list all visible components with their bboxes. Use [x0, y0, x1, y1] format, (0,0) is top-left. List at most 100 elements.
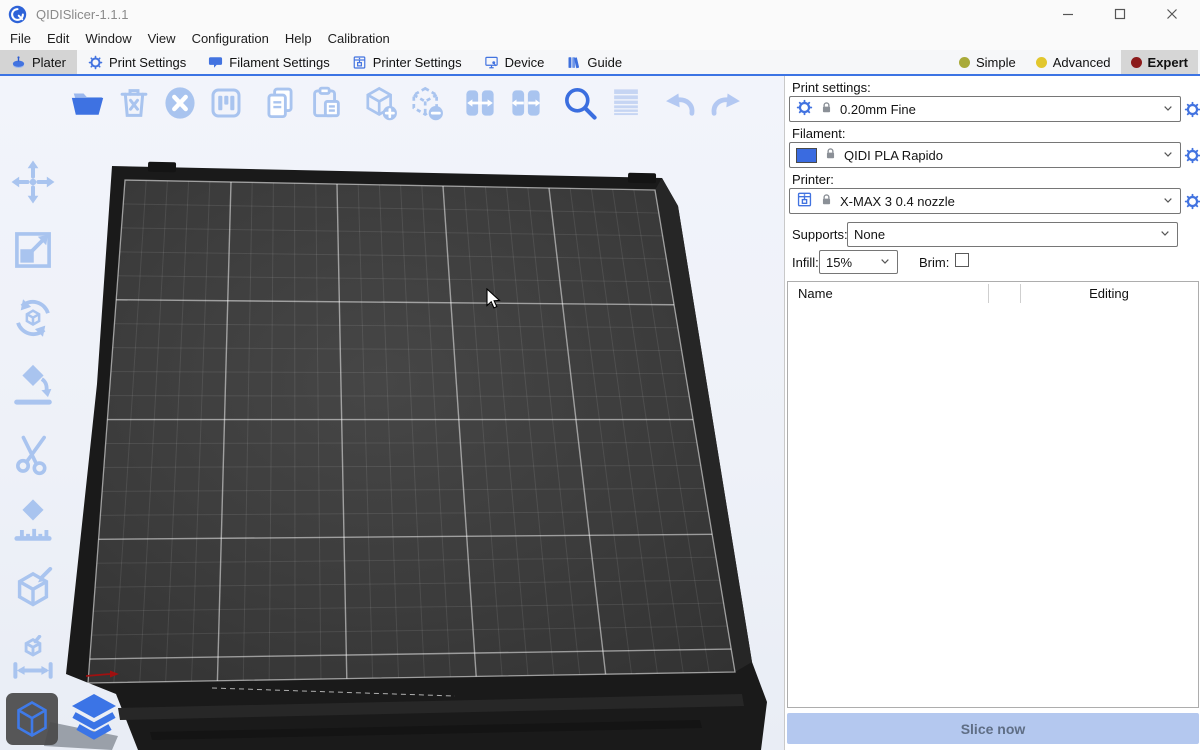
- close-button[interactable]: [1158, 3, 1186, 25]
- split-parts-icon: [507, 84, 545, 122]
- add-instance-button[interactable]: [358, 82, 402, 124]
- chevron-down-icon: [1160, 100, 1176, 119]
- gear-icon: [796, 99, 813, 119]
- gear-icon: [1184, 147, 1200, 164]
- tab-guide[interactable]: Guide: [555, 50, 633, 74]
- app-window: QIDISlicer-1.1.1 FileEditWindowViewConfi…: [0, 0, 1200, 750]
- printer-combo[interactable]: X-MAX 3 0.4 nozzle: [789, 188, 1181, 214]
- menu-window[interactable]: Window: [77, 28, 139, 50]
- variable-layer-height-button[interactable]: [604, 82, 648, 124]
- mode-expert[interactable]: Expert: [1121, 50, 1198, 74]
- column-header-name: Name: [798, 286, 833, 301]
- copy-icon: [261, 84, 299, 122]
- move-tool-button[interactable]: [6, 156, 60, 207]
- remove-instance-button[interactable]: [404, 82, 448, 124]
- slice-now-button[interactable]: Slice now: [787, 713, 1199, 744]
- arrange-icon: [207, 84, 245, 122]
- view-preview-button[interactable]: [62, 689, 126, 748]
- filament-value: QIDI PLA Rapido: [844, 148, 1154, 163]
- gear-icon: [88, 55, 103, 70]
- mode-advanced[interactable]: Advanced: [1026, 50, 1121, 74]
- tab-device[interactable]: Device: [473, 50, 556, 74]
- brim-label: Brim:: [919, 255, 949, 270]
- settings-panel: Print settings: 0.20mm Fine Filament: QI…: [784, 76, 1200, 750]
- menu-edit[interactable]: Edit: [39, 28, 77, 50]
- chevron-down-icon: [1160, 146, 1176, 162]
- redo-icon: [707, 84, 745, 122]
- lock-icon: [823, 146, 838, 164]
- printer-icon: [352, 55, 367, 70]
- filament-gear-button[interactable]: [1183, 146, 1200, 164]
- search-button[interactable]: [558, 82, 602, 124]
- tab-print-settings[interactable]: Print Settings: [77, 50, 197, 74]
- chevron-down-icon: [1160, 100, 1176, 116]
- undo-button[interactable]: [658, 82, 702, 124]
- undo-icon: [661, 84, 699, 122]
- left-toolbar: [6, 156, 60, 683]
- tab-label: Guide: [587, 55, 622, 70]
- seam-icon: [10, 567, 56, 613]
- rotate-tool-button[interactable]: [6, 292, 60, 343]
- chevron-down-icon: [1160, 192, 1176, 211]
- paste-icon: [307, 84, 345, 122]
- lock-icon: [823, 146, 838, 161]
- tab-printer-settings[interactable]: Printer Settings: [341, 50, 473, 74]
- redo-button[interactable]: [704, 82, 748, 124]
- menu-calibration[interactable]: Calibration: [320, 28, 398, 50]
- mode-simple[interactable]: Simple: [949, 50, 1026, 74]
- seam-tool-button[interactable]: [6, 564, 60, 615]
- plater-icon: [11, 55, 26, 70]
- tabs: Plater Print SettingsFilament Settings Pri…: [0, 50, 633, 74]
- copy-button[interactable]: [258, 82, 302, 124]
- menu-file[interactable]: File: [2, 28, 39, 50]
- brim-checkbox[interactable]: [955, 253, 969, 267]
- paint-supports-tool-button[interactable]: [6, 496, 60, 547]
- split-objects-button[interactable]: [458, 82, 502, 124]
- variable-layer-height-icon: [607, 84, 645, 122]
- column-header-editing: Editing: [1020, 286, 1198, 301]
- menu-configuration[interactable]: Configuration: [184, 28, 277, 50]
- mode-switch: SimpleAdvancedExpert: [949, 50, 1200, 74]
- cut-tool-button[interactable]: [6, 428, 60, 479]
- printer-icon: [796, 191, 813, 208]
- place-on-face-tool-button[interactable]: [6, 360, 60, 411]
- supports-combo[interactable]: None: [847, 222, 1178, 247]
- menu-help[interactable]: Help: [277, 28, 320, 50]
- printer-gear-button[interactable]: [1183, 192, 1200, 210]
- chevron-down-icon: [1157, 225, 1173, 244]
- filament-label: Filament:: [792, 126, 845, 141]
- print-settings-combo[interactable]: 0.20mm Fine: [789, 96, 1181, 122]
- device-icon: [484, 55, 499, 70]
- tab-filament-settings[interactable]: Filament Settings: [197, 50, 340, 74]
- delete-all-button[interactable]: [158, 82, 202, 124]
- measure-tool-button[interactable]: [6, 632, 60, 683]
- maximize-button[interactable]: [1106, 3, 1134, 25]
- tab-label: Printer Settings: [373, 55, 462, 70]
- guide-icon: [566, 55, 581, 70]
- infill-combo[interactable]: 15%: [819, 250, 898, 274]
- filament-color-swatch: [796, 148, 817, 163]
- delete-icon: [115, 84, 153, 122]
- supports-value: None: [854, 227, 1151, 242]
- window-title: QIDISlicer-1.1.1: [36, 7, 128, 22]
- paste-button[interactable]: [304, 82, 348, 124]
- 3d-viewport[interactable]: [0, 76, 784, 750]
- tab-plater[interactable]: Plater: [0, 50, 77, 74]
- print-settings-gear-button[interactable]: [1183, 100, 1200, 118]
- menu-view[interactable]: View: [140, 28, 184, 50]
- chevron-down-icon: [1160, 192, 1176, 208]
- delete-button[interactable]: [112, 82, 156, 124]
- filament-combo[interactable]: QIDI PLA Rapido: [789, 142, 1181, 168]
- filament-icon: [208, 55, 223, 70]
- scale-tool-button[interactable]: [6, 224, 60, 275]
- mode-dot-icon: [1131, 57, 1142, 68]
- lock-icon: [819, 192, 834, 207]
- split-parts-button[interactable]: [504, 82, 548, 124]
- arrange-button[interactable]: [204, 82, 248, 124]
- object-list[interactable]: Name Editing: [787, 281, 1199, 708]
- open-folder-button[interactable]: [66, 82, 110, 124]
- minimize-button[interactable]: [1054, 3, 1082, 25]
- print-settings-value: 0.20mm Fine: [840, 102, 1154, 117]
- view-3d-button[interactable]: [6, 693, 58, 748]
- tab-label: Plater: [32, 55, 66, 70]
